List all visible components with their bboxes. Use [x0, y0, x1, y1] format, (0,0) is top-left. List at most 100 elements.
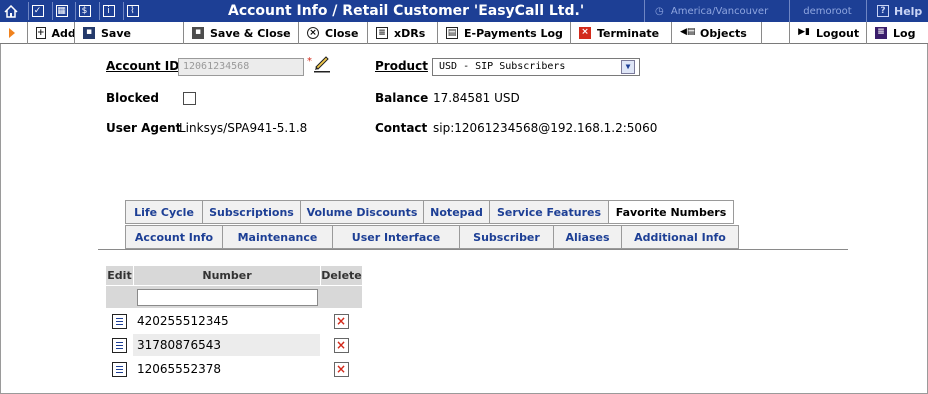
column-header-number: Number — [134, 266, 320, 285]
new-number-input[interactable] — [137, 289, 318, 306]
log-icon: ≡ — [875, 27, 887, 39]
close-label: Close — [325, 26, 359, 40]
tab-service-features[interactable]: Service Features — [490, 200, 609, 224]
save-close-button[interactable]: ▪ Save & Close — [183, 22, 297, 44]
save-icon: ▪ — [83, 27, 95, 39]
delete-icon: × — [333, 313, 349, 329]
tab-life-cycle[interactable]: Life Cycle — [125, 200, 203, 224]
column-header-delete: Delete — [321, 266, 362, 285]
objects-label: Objects — [700, 26, 747, 40]
xdrs-button[interactable]: ≡ xDRs — [367, 22, 436, 44]
tab-aliases[interactable]: Aliases — [554, 225, 622, 249]
dollar-icon[interactable]: $ — [75, 2, 93, 20]
tab-divider — [98, 249, 848, 250]
checklist-icon[interactable]: ✓ — [28, 2, 46, 20]
info-icon[interactable]: i — [99, 2, 117, 20]
column-header-edit: Edit — [106, 266, 133, 285]
contact-value: sip:12061234568@192.168.1.2:5060 — [433, 121, 658, 135]
product-label[interactable]: Product — [375, 59, 428, 73]
timezone-link[interactable]: ◷ America/Vancouver — [644, 0, 788, 22]
blocked-checkbox[interactable] — [183, 92, 196, 105]
edit-button[interactable] — [106, 310, 133, 332]
delete-button[interactable]: × — [320, 310, 362, 332]
edit-icon — [112, 313, 127, 329]
contact-label: Contact — [375, 121, 428, 135]
product-value: USD - SIP Subscribers — [439, 61, 566, 72]
save-close-icon: ▪ — [192, 27, 204, 39]
user-name[interactable]: demoroot — [789, 0, 865, 22]
title-bar: ✓ ▦ $ i ⌇ Account Info / Retail Customer… — [0, 0, 928, 22]
tab-favorite-numbers[interactable]: Favorite Numbers — [609, 200, 734, 224]
logout-icon: ▶▮ — [798, 27, 810, 37]
home-icon[interactable] — [0, 2, 22, 20]
edit-button[interactable] — [106, 334, 133, 356]
new-number-row — [106, 286, 362, 308]
delete-button[interactable]: × — [320, 358, 362, 380]
tab-row-1: Life Cycle Subscriptions Volume Discount… — [125, 200, 734, 224]
edit-pencil-icon[interactable] — [312, 53, 332, 73]
delete-icon: × — [333, 337, 349, 353]
save-label: Save — [101, 26, 131, 40]
xdrs-label: xDRs — [394, 26, 426, 40]
tab-volume-discounts[interactable]: Volume Discounts — [301, 200, 424, 224]
tab-subscriber[interactable]: Subscriber — [460, 225, 554, 249]
help-link[interactable]: ? Help — [866, 0, 928, 22]
timezone-label: America/Vancouver — [667, 5, 769, 17]
terminate-label: Terminate — [597, 26, 660, 40]
user-agent-value: Linksys/SPA941-5.1.8 — [179, 121, 308, 135]
delete-icon: × — [333, 361, 349, 377]
edit-button[interactable] — [106, 358, 133, 380]
terminate-button[interactable]: × Terminate — [570, 22, 670, 44]
favorite-number: 31780876543 — [133, 334, 320, 356]
balance-value: 17.84581 USD — [433, 91, 520, 105]
account-id-label[interactable]: Account ID — [106, 59, 179, 73]
user-agent-label: User Agent — [106, 121, 182, 135]
favorite-number: 420255512345 — [137, 314, 229, 328]
blocked-label: Blocked — [106, 91, 160, 105]
terminate-icon: × — [579, 27, 591, 39]
chart-icon[interactable]: ⌇ — [123, 2, 141, 20]
add-label: Add — [51, 26, 76, 40]
chevron-down-icon: ▼ — [621, 60, 635, 74]
objects-icon: ◀▤ — [680, 27, 696, 37]
tab-subscriptions[interactable]: Subscriptions — [203, 200, 301, 224]
delete-button[interactable]: × — [320, 334, 362, 356]
add-icon: + — [36, 27, 46, 39]
tab-notepad[interactable]: Notepad — [424, 200, 490, 224]
product-select[interactable]: USD - SIP Subscribers ▼ — [432, 58, 640, 76]
help-label: Help — [894, 4, 923, 18]
log-button[interactable]: ≡ Log — [866, 22, 928, 44]
edit-icon — [112, 337, 127, 353]
list-icon: ≡ — [376, 27, 388, 39]
tab-account-info[interactable]: Account Info — [125, 225, 223, 249]
grid-icon[interactable]: ▦ — [52, 2, 70, 20]
table-row: 12065552378 × — [106, 358, 362, 380]
save-close-label: Save & Close — [210, 26, 291, 40]
help-icon: ? — [877, 5, 889, 17]
epayments-label: E-Payments Log — [464, 26, 563, 40]
toolbar: + Add ▪ Save ▪ Save & Close × Close ≡ xDRs ▤ E… — [0, 22, 928, 44]
log-label: Log — [893, 26, 916, 40]
logout-button[interactable]: ▶▮ Logout — [789, 22, 865, 44]
account-id-field[interactable]: 12061234568 — [178, 58, 304, 76]
close-button[interactable]: × Close — [298, 22, 366, 44]
add-button[interactable]: + Add — [27, 22, 76, 44]
favorite-number: 12065552378 — [137, 362, 221, 376]
tab-row-2: Account Info Maintenance User Interface … — [125, 225, 739, 249]
page-title: Account Info / Retail Customer 'EasyCall… — [228, 3, 585, 19]
document-icon: ▤ — [446, 27, 458, 39]
balance-label: Balance — [375, 91, 429, 105]
tab-additional-info[interactable]: Additional Info — [622, 225, 739, 249]
tab-maintenance[interactable]: Maintenance — [223, 225, 333, 249]
arrow-right-icon — [9, 28, 15, 38]
edit-icon — [112, 361, 127, 377]
epayments-log-button[interactable]: ▤ E-Payments Log — [437, 22, 569, 44]
close-icon: × — [307, 27, 319, 39]
objects-button[interactable]: ◀▤ Objects — [671, 22, 761, 44]
table-row: 31780876543 × — [106, 334, 362, 356]
logout-label: Logout — [816, 26, 860, 40]
table-row: 420255512345 × — [106, 310, 362, 332]
clock-icon: ◷ — [655, 5, 664, 17]
save-button[interactable]: ▪ Save — [74, 22, 182, 44]
tab-user-interface[interactable]: User Interface — [333, 225, 460, 249]
